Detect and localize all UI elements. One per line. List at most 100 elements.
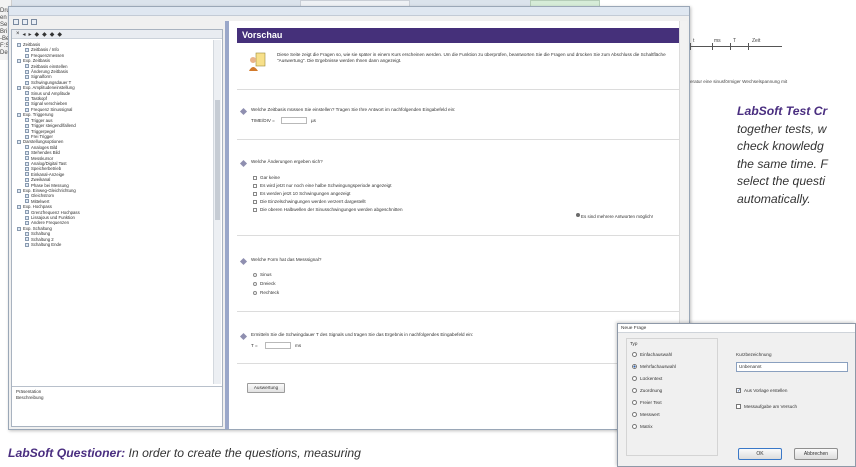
question-icon xyxy=(25,183,29,188)
axis-tick-label: Zeit xyxy=(752,38,761,44)
caption-test-creator: LabSoft Test Cr together tests, w check … xyxy=(737,103,856,208)
question-4-text: Ermitteln Sie die Schwingdauer T des Sig… xyxy=(251,332,474,337)
question-1-text: Welche Zeitbasis müssen Sie einstellen? … xyxy=(251,107,456,112)
question-icon xyxy=(25,167,29,172)
info-person-icon xyxy=(249,52,266,71)
question-icon xyxy=(25,102,29,107)
tree-tool-button[interactable]: × xyxy=(16,31,20,37)
radio-icon[interactable] xyxy=(632,364,637,369)
caption-title: LabSoft Test Cr xyxy=(737,104,828,118)
caption-line: select the questi xyxy=(737,174,826,188)
radio-icon[interactable] xyxy=(632,376,637,381)
short-name-input[interactable]: Unbenannt xyxy=(736,362,848,372)
axis-tick-label: T xyxy=(733,38,737,44)
caption-line: automatically. xyxy=(737,191,811,206)
question-type-option[interactable]: Matrix xyxy=(632,424,653,429)
question-2-option[interactable]: Es wird jetzt nur noch eine halbe Schwin… xyxy=(253,182,392,189)
preview-intro: Diese Seite zeigt die Fragen so, wie sie… xyxy=(277,52,666,63)
question-type-option[interactable]: Lückentext xyxy=(632,376,662,381)
short-name-label: Kurzbezeichnung xyxy=(736,352,772,357)
question-icon xyxy=(25,231,29,236)
question-icon xyxy=(25,96,29,101)
measurement-task-checkbox[interactable]: Messaufgabe am Versuch xyxy=(736,404,797,409)
question-2-option[interactable]: Es werden jetzt 10 Schwingungen angezeig… xyxy=(253,190,350,197)
properties-icon[interactable] xyxy=(31,19,37,25)
list-item[interactable]: Beschreibung xyxy=(16,395,218,401)
question-3-text: Welche Form hat das Messsignal? xyxy=(251,257,322,262)
tree-tool-button[interactable]: ◆ xyxy=(35,31,40,38)
question-icon xyxy=(25,75,29,80)
tree-item-label: Schaltung Ende xyxy=(31,242,62,248)
open-icon[interactable] xyxy=(22,19,28,25)
question-type-option[interactable]: Einfachauswahl xyxy=(632,352,672,357)
question-4-prefix: T = xyxy=(251,343,258,348)
tree-tool-button[interactable]: ▸ xyxy=(29,31,32,38)
question-bullet-icon xyxy=(239,332,248,341)
tree-tool-button[interactable]: ◆ xyxy=(57,31,62,38)
caption-title: LabSoft Questioner: xyxy=(8,446,126,460)
from-template-checkbox[interactable]: ✓ Aus Vorlage erstellen xyxy=(736,388,787,394)
question-2-option[interactable]: Gar keine xyxy=(253,174,280,181)
folder-icon xyxy=(17,85,21,90)
radio-icon[interactable] xyxy=(632,412,637,417)
question-type-label: Messwert xyxy=(640,412,660,417)
question-type-option[interactable]: Mehrfachauswahl xyxy=(632,364,676,369)
question-type-option[interactable]: Freier Text xyxy=(632,400,662,405)
radio-icon[interactable] xyxy=(632,400,637,405)
tree-tool-button[interactable]: ◆ xyxy=(50,31,55,38)
axis-tick-label: ms xyxy=(714,38,721,44)
evaluate-button[interactable]: Auswertung xyxy=(247,383,285,393)
question-3-option[interactable]: Sinus xyxy=(253,271,272,278)
question-icon xyxy=(25,150,29,155)
new-question-dialog: Neue Frage Typ Kurzbezeichnung Unbenannt… xyxy=(617,323,856,467)
question-bullet-icon xyxy=(239,107,248,116)
question-2-option[interactable]: Die Einzelschwingungen werden verzerrt d… xyxy=(253,198,366,205)
question-type-option[interactable]: Messwert xyxy=(632,412,660,417)
folder-icon xyxy=(17,226,21,231)
caption-line: the same time. F xyxy=(737,156,828,171)
cancel-button[interactable]: Abbrechen xyxy=(794,448,838,460)
caption-line: check knowledg xyxy=(737,139,824,153)
radio-icon[interactable] xyxy=(632,352,637,357)
question-bullet-icon xyxy=(239,257,248,266)
question-icon xyxy=(25,161,29,166)
question-icon xyxy=(25,199,29,204)
separator xyxy=(237,311,683,312)
question-tree-panel: × ◂ ▸ ◆ ◆ ◆ ◆ Zeitbasis Zeitbasis / Info Frequen… xyxy=(11,29,223,427)
question-4-input[interactable] xyxy=(265,342,291,349)
question-icon xyxy=(25,177,29,182)
question-icon xyxy=(25,237,29,242)
question-icon xyxy=(25,210,29,215)
radio-icon[interactable] xyxy=(632,388,637,393)
caption-questioner: LabSoft Questioner: In order to create t… xyxy=(8,446,608,460)
radio-icon[interactable] xyxy=(632,424,637,429)
question-type-option[interactable]: Zuordnung xyxy=(632,388,662,393)
checkbox-icon[interactable] xyxy=(736,404,741,409)
question-3-option[interactable]: Rechteck xyxy=(253,289,279,296)
question-icon xyxy=(25,172,29,177)
tree-tool-button[interactable]: ◂ xyxy=(23,31,26,38)
question-1-unit: µs xyxy=(311,118,316,123)
folder-icon xyxy=(17,204,21,209)
question-1-input[interactable] xyxy=(281,117,307,124)
question-icon xyxy=(25,221,29,226)
question-icon xyxy=(25,145,29,150)
question-icon xyxy=(25,80,29,85)
tree-tool-button[interactable]: ◆ xyxy=(42,31,47,38)
question-type-label: Freier Text xyxy=(640,400,662,405)
question-2-option[interactable]: Die oberen Halbwellen der Sinusschwingun… xyxy=(253,206,403,213)
tree-item[interactable]: Schaltung Ende xyxy=(15,242,212,247)
hint-icon xyxy=(576,213,580,217)
axis-tick xyxy=(712,43,713,50)
question-3-option[interactable]: Dreieck xyxy=(253,280,276,287)
caption-line: together tests, w xyxy=(737,121,827,136)
tree-toolbar: × ◂ ▸ ◆ ◆ ◆ ◆ xyxy=(12,30,222,39)
question-type-label: Lückentext xyxy=(640,376,663,381)
question-4-unit: ms xyxy=(295,343,302,348)
tree-scrollbar-thumb[interactable] xyxy=(215,100,220,220)
ok-button[interactable]: OK xyxy=(738,448,782,460)
tree-scrollbar[interactable] xyxy=(213,40,221,384)
checkbox-icon[interactable]: ✓ xyxy=(736,388,741,394)
save-icon[interactable] xyxy=(13,19,19,25)
question-icon xyxy=(25,129,29,134)
